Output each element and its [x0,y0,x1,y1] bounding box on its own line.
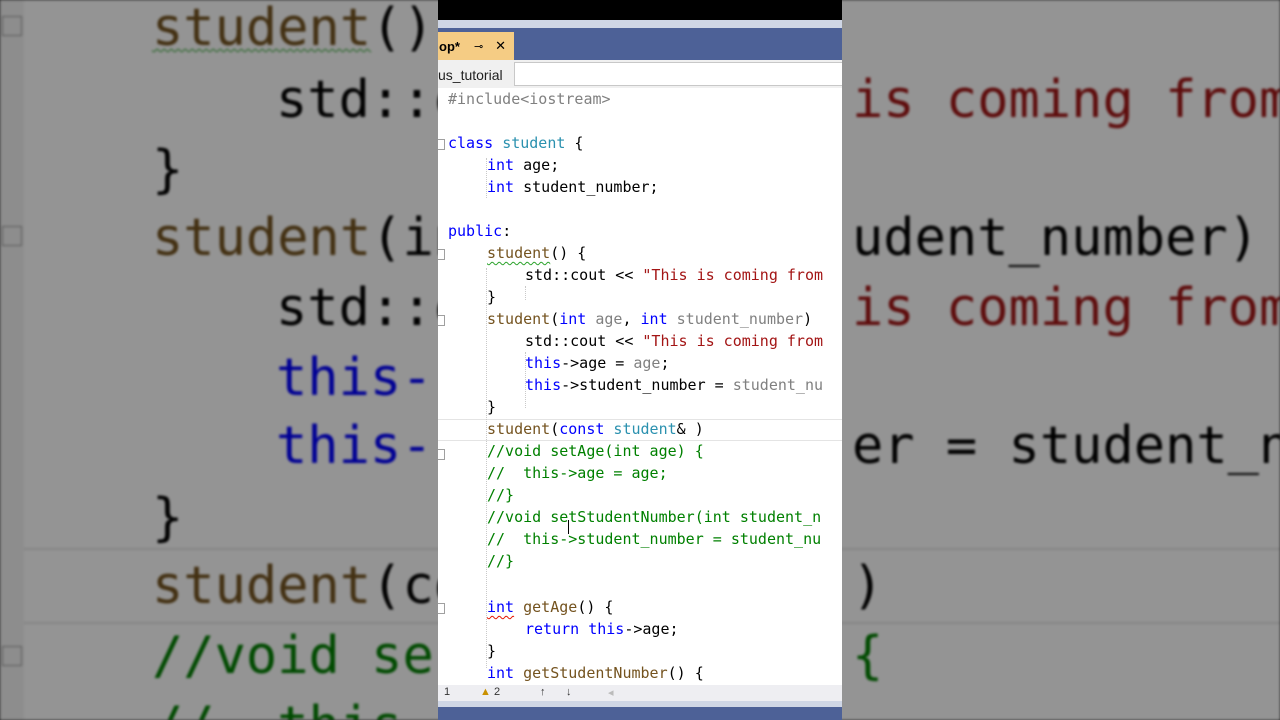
document-tab-row: op* ⊸ ✕ [438,28,842,60]
warning-triangle-icon[interactable]: ▲ [480,686,491,698]
tab-active-file[interactable]: op* ⊸ ✕ [438,32,514,60]
code-line-13: this->age = age; [525,354,670,372]
fold-marker[interactable] [438,315,445,326]
fold-marker[interactable] [438,603,445,614]
code-line-14: this->student_number = student_nu [525,376,824,394]
tab-strip-border [438,20,842,28]
code-line-19: //} [487,486,515,504]
code-line-4: int age; [487,156,560,174]
navigation-bar: us_tutorial [438,60,842,89]
close-icon[interactable]: ✕ [495,38,506,54]
fold-marker[interactable] [438,449,445,460]
code-line-11: student(int age, int student_number) [487,310,813,328]
up-arrow-icon[interactable]: ↑ [540,686,546,698]
code-line-10: } [487,288,497,306]
top-black-bar [438,0,842,20]
code-line-12: std::cout << "This is coming from [525,332,824,350]
warning-count[interactable]: 2 [494,686,500,698]
code-line-27: int getStudentNumber() { [487,664,704,682]
bottom-status-bar [438,701,842,720]
fold-marker[interactable] [438,249,445,260]
code-line-1: #include<iostream> [448,90,611,108]
code-line-21: // this->student_number = student_nu [487,530,822,548]
scroll-left-icon[interactable]: ◂ [608,686,614,699]
scope-dropdown[interactable] [514,62,842,86]
tab-file-name: op* [439,38,460,54]
line-number-indicator: 1 [444,686,451,698]
code-line-9: std::cout << "This is coming from [525,266,824,284]
pin-icon[interactable]: ⊸ [474,40,483,53]
down-arrow-icon[interactable]: ↓ [566,686,572,698]
project-dropdown[interactable]: us_tutorial [438,67,503,83]
code-line-20: //void setStudentNumber(int student_n [487,508,822,526]
code-line-8: student() { [487,244,587,262]
fold-marker[interactable] [438,139,445,150]
code-line-25: return this->age; [525,620,679,638]
code-line-16: student(const student& ) [487,420,704,438]
mouse-ibeam-cursor [568,520,569,534]
code-line-5: int student_number; [487,178,659,196]
code-line-17: //void setAge(int age) { [487,442,704,460]
editor-status-strip: 1 ▲ 2 ↑ ↓ ◂ [438,685,842,701]
code-line-3: class student { [448,134,584,152]
code-editor-window: op* ⊸ ✕ us_tutorial #include<iostream> c… [438,0,842,720]
status-bar-border [438,701,842,707]
indent-guide [525,286,526,300]
code-area[interactable]: #include<iostream> class student { int a… [438,88,842,685]
code-line-7: public: [448,222,512,240]
code-line-18: // this->age = age; [487,464,668,482]
code-line-22: //} [487,552,515,570]
code-line-24: int getAge() { [487,598,614,616]
code-line-26: } [487,642,497,660]
code-line-15: } [487,398,497,416]
